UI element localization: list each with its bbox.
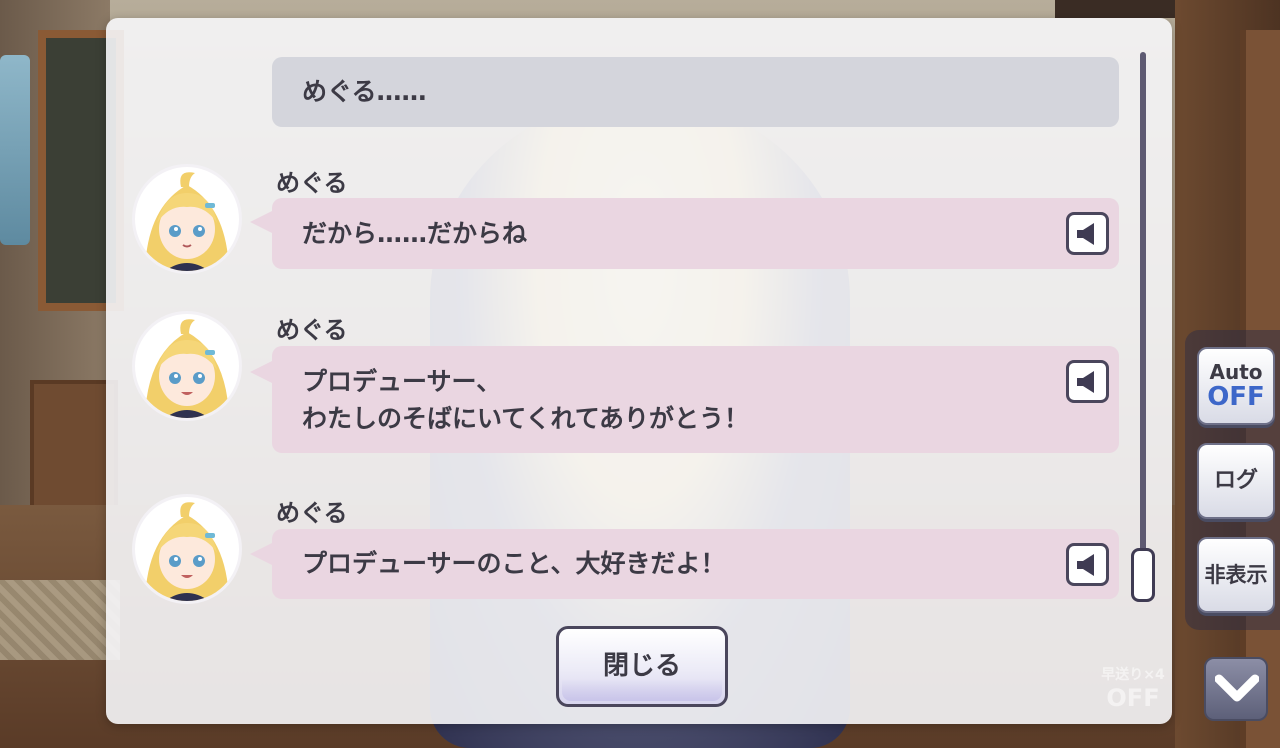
fast-forward-state: OFF bbox=[1106, 684, 1160, 712]
rug bbox=[0, 580, 120, 660]
voice-replay-button[interactable] bbox=[1066, 360, 1109, 403]
log-entry-speech: プロデューサー、 わたしのそばにいてくれてありがとう！ bbox=[250, 346, 1119, 453]
voice-replay-button[interactable] bbox=[1066, 212, 1109, 255]
voice-replay-button[interactable] bbox=[1066, 543, 1109, 586]
speech-text: プロデューサーのこと、大好きだよ！ bbox=[302, 549, 726, 578]
hide-ui-button[interactable]: 非表示 bbox=[1197, 537, 1275, 613]
speaker-icon bbox=[1077, 223, 1094, 245]
chevron-down-icon bbox=[1215, 674, 1259, 702]
speaker-name: めぐる bbox=[276, 169, 348, 197]
log-entry-narration: めぐる…… bbox=[272, 57, 1119, 127]
speaker-avatar bbox=[135, 497, 239, 601]
auto-state: OFF bbox=[1207, 382, 1265, 412]
speech-text: だから……だからね bbox=[302, 219, 528, 248]
speaker-icon bbox=[1077, 371, 1094, 393]
log-button[interactable]: ログ bbox=[1197, 443, 1275, 519]
narration-text: めぐる…… bbox=[302, 77, 427, 106]
bookshelf bbox=[30, 380, 118, 513]
speaker-avatar bbox=[135, 314, 239, 418]
close-log-button[interactable]: 閉じる bbox=[556, 626, 728, 707]
auto-label: Auto bbox=[1209, 360, 1263, 384]
ceiling-strip bbox=[1055, 0, 1175, 18]
speaker-avatar bbox=[135, 167, 239, 271]
speaker-icon bbox=[1077, 554, 1094, 576]
fast-forward-indicator[interactable]: 早送り×4 OFF bbox=[1095, 652, 1171, 724]
speaker-name: めぐる bbox=[276, 316, 348, 344]
hanging-jacket bbox=[0, 55, 30, 245]
speech-text: プロデューサー、 わたしのそばにいてくれてありがとう！ bbox=[302, 367, 750, 433]
auto-toggle-button[interactable]: Auto OFF bbox=[1197, 347, 1275, 425]
log-entry-speech: だから……だからね bbox=[250, 198, 1119, 269]
log-scrollbar-track[interactable] bbox=[1140, 52, 1146, 602]
speaker-name: めぐる bbox=[276, 499, 348, 527]
log-entry-speech: プロデューサーのこと、大好きだよ！ bbox=[250, 529, 1119, 599]
fast-forward-label: 早送り×4 bbox=[1101, 667, 1165, 683]
log-scrollbar-thumb[interactable] bbox=[1131, 548, 1155, 602]
menu-collapse-button[interactable] bbox=[1204, 657, 1268, 721]
